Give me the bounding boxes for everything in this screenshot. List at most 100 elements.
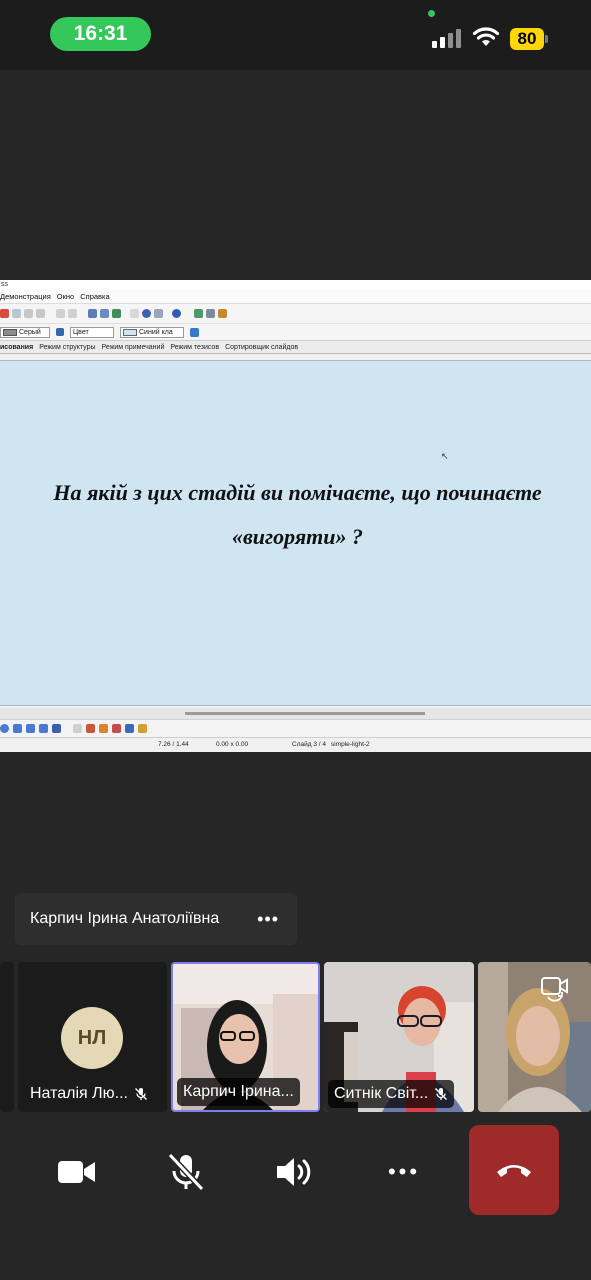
display-grid-icon: [130, 309, 139, 318]
help-icon: [172, 309, 181, 318]
callout-icon: [39, 724, 48, 733]
camera-in-use-indicator: [428, 10, 435, 17]
slide-question: На якій з цих стадій ви помічаєте, що по…: [53, 480, 542, 549]
participant-tile-speaking[interactable]: Карпич Ірина...: [171, 962, 320, 1112]
format-paint-icon: [36, 309, 45, 318]
video-button[interactable]: [32, 1127, 122, 1217]
wifi-icon: [472, 27, 500, 46]
shared-statusbar: 7.26 / 1.44 0.00 x 0.00 Слайд 3 / 4 simp…: [0, 738, 591, 752]
redo-icon: [68, 309, 77, 318]
navigator-icon: [142, 309, 151, 318]
globe-icon: [112, 309, 121, 318]
points-icon: [73, 724, 82, 733]
mic-muted-icon: [435, 1088, 448, 1100]
slide-horizontal-scrollbar: [0, 708, 591, 720]
shared-line-fill-toolbar: Серый Цвет Синий кла: [0, 324, 591, 341]
participant-tile[interactable]: Ситнік Світ...: [324, 962, 474, 1112]
participant-name-label: Наталія Лю...: [24, 1080, 154, 1108]
fill-type-select: Цвет: [70, 326, 114, 338]
shared-window-title: ss: [0, 280, 591, 290]
slide-icon: [194, 309, 203, 318]
tab-handout: Режим тезисов: [170, 343, 220, 351]
active-speaker-bar[interactable]: Карпич Ірина Анатоліївна •••: [15, 893, 297, 945]
animation-icon: [218, 309, 227, 318]
battery-nub: [545, 35, 548, 43]
speaker-more-button[interactable]: •••: [257, 910, 279, 928]
tab-drawing: исования: [0, 343, 34, 351]
mouse-cursor-icon: ↖: [441, 451, 449, 461]
fill-color-swatch: [123, 328, 137, 336]
fill-color-label: Синий кла: [139, 328, 173, 336]
image-icon: [99, 724, 108, 733]
table-icon: [100, 309, 109, 318]
shape-circle-icon: [0, 724, 9, 733]
mic-muted-icon: [167, 1152, 205, 1192]
mute-button[interactable]: [141, 1127, 231, 1217]
align-icon: [138, 724, 147, 733]
text-icon: [86, 724, 95, 733]
participant-video: [478, 962, 591, 1112]
status-time[interactable]: 16:31: [50, 17, 151, 51]
tab-slide-sorter: Сортировщик слайдов: [225, 343, 299, 351]
participant-tile[interactable]: НЛ Наталія Лю...: [18, 962, 167, 1112]
battery-indicator: 80: [510, 28, 548, 50]
star-icon: [52, 724, 61, 733]
participant-name: Карпич Ірина...: [183, 1083, 294, 1100]
fill-bucket-icon: [56, 328, 64, 336]
cut-icon: [0, 309, 9, 318]
menu-item-window: Окно: [56, 292, 75, 301]
participant-tile[interactable]: [478, 962, 591, 1112]
line-color-label: Серый: [19, 328, 41, 336]
shared-screen[interactable]: ss Демонстрация Окно Справка Серый Цвет …: [0, 280, 591, 752]
status-position: 7.26 / 1.44: [158, 741, 189, 748]
shared-drawing-toolbar: [0, 720, 591, 738]
speaker-button[interactable]: [250, 1127, 340, 1217]
presentation-slide: ↖ На якій з цих стадій ви помічаєте, що …: [0, 360, 591, 706]
status-size: 0.00 x 0.00: [216, 741, 249, 748]
participant-name: Ситнік Світ...: [334, 1085, 429, 1102]
copy-icon: [12, 309, 21, 318]
status-theme: simple-light-2: [331, 741, 370, 748]
chart-icon: [88, 309, 97, 318]
scrollbar-thumb: [185, 712, 425, 715]
zoom-meeting-screen: 16:31 80 ss Демонстрация Окно Справка Се…: [0, 0, 591, 1280]
shared-menubar: Демонстрация Окно Справка: [0, 290, 591, 304]
video-camera-icon: [58, 1161, 95, 1183]
menu-item-demonstration: Демонстрация: [0, 292, 51, 301]
mic-muted-icon: [134, 1088, 147, 1100]
line-color-swatch: [3, 328, 17, 336]
participant-name: Наталія Лю...: [30, 1085, 128, 1102]
line-color-select: Серый: [0, 326, 50, 338]
participant-name-label: Карпич Ірина...: [177, 1078, 300, 1106]
layout-icon: [206, 309, 215, 318]
zoom-icon: [154, 309, 163, 318]
fill-type-label: Цвет: [73, 328, 89, 336]
extrusion-icon: [112, 724, 121, 733]
shadow-icon: [190, 327, 199, 337]
arrow-shape-icon: [13, 724, 22, 733]
tab-notes: Режим примечаний: [101, 343, 165, 351]
end-call-button[interactable]: [469, 1125, 559, 1215]
menu-item-help: Справка: [80, 292, 110, 301]
meeting-controls: •••: [0, 1117, 591, 1280]
battery-level: 80: [510, 28, 544, 50]
avatar: НЛ: [61, 1007, 123, 1069]
status-slide: Слайд 3 / 4: [292, 741, 326, 748]
speaker-volume-icon: [277, 1158, 311, 1186]
flowchart-icon: [26, 724, 35, 733]
tab-outline: Режим структуры: [39, 343, 96, 351]
participant-tile-offscreen[interactable]: [0, 962, 14, 1112]
phone-hangup-icon: [497, 1165, 531, 1177]
active-speaker-name: Карпич Ірина Анатоліївна: [30, 910, 220, 927]
switch-camera-icon[interactable]: [540, 974, 570, 1002]
status-bar: 16:31 80: [0, 0, 591, 70]
fill-color-select: Синий кла: [120, 326, 184, 338]
undo-icon: [56, 309, 65, 318]
more-button[interactable]: •••: [359, 1127, 449, 1217]
cellular-signal-icon: [432, 29, 461, 48]
shared-standard-toolbar: [0, 304, 591, 324]
participant-name-label: Ситнік Світ...: [328, 1080, 455, 1108]
paste-icon: [24, 309, 33, 318]
rotate-icon: [125, 724, 134, 733]
shared-view-tabs: исования Режим структуры Режим примечани…: [0, 341, 591, 354]
